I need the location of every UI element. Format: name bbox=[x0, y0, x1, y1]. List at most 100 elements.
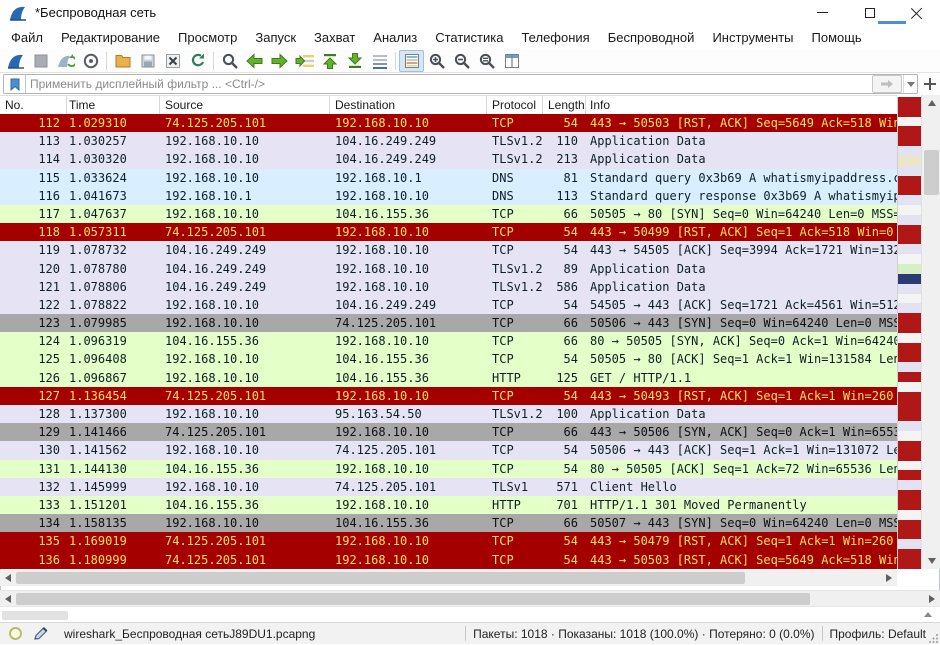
column-header-length[interactable]: Length bbox=[543, 96, 586, 115]
packet-row[interactable]: 1211.078806104.16.249.249192.168.10.10TL… bbox=[0, 278, 897, 296]
scroll-left-button[interactable] bbox=[0, 591, 16, 607]
column-header-time[interactable]: Time bbox=[67, 96, 160, 115]
cell-no: 135 bbox=[0, 532, 67, 550]
packet-row[interactable]: 1361.18099974.125.205.101192.168.10.10TC… bbox=[0, 551, 897, 569]
cell-source: 74.125.205.101 bbox=[160, 114, 330, 132]
menu-item-view[interactable]: Просмотр bbox=[169, 27, 246, 48]
lower-hscrollbar[interactable] bbox=[0, 590, 940, 606]
zoom-out-button[interactable] bbox=[449, 50, 474, 72]
cell-protocol: TLSv1.2 bbox=[487, 132, 543, 150]
packet-row[interactable]: 1241.096319104.16.155.36192.168.10.10TCP… bbox=[0, 332, 897, 350]
menu-item-capture[interactable]: Захват bbox=[305, 27, 364, 48]
packet-row[interactable]: 1131.030257192.168.10.10104.16.249.249TL… bbox=[0, 132, 897, 150]
scroll-left-button[interactable] bbox=[0, 570, 16, 586]
packet-row[interactable]: 1121.02931074.125.205.101192.168.10.10TC… bbox=[0, 114, 897, 132]
scroll-right-button[interactable] bbox=[881, 570, 897, 586]
cell-info: Application Data bbox=[586, 150, 897, 168]
minimap-stripe bbox=[898, 421, 921, 431]
packet-list-hscrollbar[interactable] bbox=[0, 570, 897, 586]
minimap-stripe bbox=[898, 549, 921, 559]
resize-columns-button[interactable] bbox=[499, 50, 524, 72]
filter-bookmark-button[interactable] bbox=[4, 75, 26, 93]
packet-row[interactable]: 1191.078732104.16.249.249192.168.10.10TC… bbox=[0, 241, 897, 259]
vertical-scrollbar[interactable] bbox=[921, 95, 940, 569]
apply-arrow-icon bbox=[880, 79, 894, 89]
scroll-down-button[interactable] bbox=[922, 553, 940, 569]
zoom-in-button[interactable] bbox=[424, 50, 449, 72]
go-forward-button[interactable] bbox=[267, 50, 292, 72]
column-header-info[interactable]: Info bbox=[586, 96, 897, 115]
column-header-source[interactable]: Source bbox=[160, 96, 330, 115]
minimap-stripe bbox=[898, 343, 921, 353]
menu-item-wireless[interactable]: Беспроводной bbox=[599, 27, 704, 48]
menu-item-statistics[interactable]: Статистика bbox=[426, 27, 512, 48]
hscroll-thumb[interactable] bbox=[16, 572, 745, 584]
menu-item-help[interactable]: Помощь bbox=[803, 27, 871, 48]
start-capture-button[interactable] bbox=[3, 50, 28, 72]
packet-row[interactable]: 1141.030320192.168.10.10104.16.249.249TL… bbox=[0, 150, 897, 168]
cell-info: 443 → 54505 [ACK] Seq=3994 Ack=1721 Win=… bbox=[586, 241, 897, 259]
find-packet-button[interactable] bbox=[217, 50, 242, 72]
auto-scroll-button[interactable] bbox=[367, 50, 392, 72]
packet-row[interactable]: 1231.079985192.168.10.1074.125.205.101TC… bbox=[0, 314, 897, 332]
packet-row[interactable]: 1281.137300192.168.10.1095.163.54.50TLSv… bbox=[0, 405, 897, 423]
display-filter-input[interactable] bbox=[26, 77, 872, 91]
add-filter-button[interactable] bbox=[922, 76, 938, 92]
scroll-up-button[interactable] bbox=[922, 95, 940, 111]
packet-row[interactable]: 1321.145999192.168.10.1074.125.205.101TL… bbox=[0, 478, 897, 496]
packet-row[interactable]: 1341.158135192.168.10.10104.16.155.36TCP… bbox=[0, 514, 897, 532]
restart-capture-button[interactable] bbox=[53, 50, 78, 72]
minimize-button[interactable] bbox=[799, 0, 846, 25]
packet-row[interactable]: 1161.041673192.168.10.1192.168.10.10DNS1… bbox=[0, 187, 897, 205]
column-header-destination[interactable]: Destination bbox=[330, 96, 487, 115]
profile-selector[interactable]: Профиль: Default bbox=[830, 627, 927, 641]
pane-splitter-handle[interactable] bbox=[2, 611, 68, 620]
cell-source: 192.168.10.10 bbox=[160, 478, 330, 496]
packet-row[interactable]: 1151.033624192.168.10.10192.168.10.1DNS8… bbox=[0, 169, 897, 187]
packet-row[interactable]: 1351.16901974.125.205.101192.168.10.10TC… bbox=[0, 532, 897, 550]
packet-row[interactable]: 1201.078780104.16.249.249192.168.10.10TL… bbox=[0, 260, 897, 278]
go-back-button[interactable] bbox=[242, 50, 267, 72]
menu-item-go[interactable]: Запуск bbox=[246, 27, 305, 48]
packet-row[interactable]: 1261.096867192.168.10.10104.16.155.36HTT… bbox=[0, 369, 897, 387]
menu-item-file[interactable]: Файл bbox=[2, 27, 52, 48]
colorize-button[interactable] bbox=[399, 50, 424, 72]
go-first-button[interactable] bbox=[317, 50, 342, 72]
packet-row[interactable]: 1171.047637192.168.10.10104.16.155.36TCP… bbox=[0, 205, 897, 223]
column-header-protocol[interactable]: Protocol bbox=[487, 96, 543, 115]
zoom-original-button[interactable] bbox=[474, 50, 499, 72]
packet-row[interactable]: 1301.141562192.168.10.1074.125.205.101TC… bbox=[0, 441, 897, 459]
menu-item-tools[interactable]: Инструменты bbox=[703, 27, 802, 48]
resize-grip-icon[interactable] bbox=[929, 633, 939, 643]
packet-row[interactable]: 1251.096408192.168.10.10104.16.155.36TCP… bbox=[0, 350, 897, 368]
menu-item-analyze[interactable]: Анализ bbox=[364, 27, 426, 48]
close-file-button[interactable] bbox=[160, 50, 185, 72]
packet-row[interactable]: 1181.05731174.125.205.101192.168.10.10TC… bbox=[0, 223, 897, 241]
vertical-scroll-thumb[interactable] bbox=[924, 150, 939, 195]
scroll-right-button[interactable] bbox=[924, 591, 940, 607]
packet-row[interactable]: 1221.078822192.168.10.10104.16.249.249TC… bbox=[0, 296, 897, 314]
reload-file-button[interactable] bbox=[185, 50, 210, 72]
expert-info-indicator[interactable] bbox=[9, 627, 22, 640]
packet-row[interactable]: 1291.14146674.125.205.101192.168.10.10TC… bbox=[0, 423, 897, 441]
cell-source: 192.168.10.10 bbox=[160, 405, 330, 423]
save-file-button[interactable] bbox=[135, 50, 160, 72]
cell-protocol: TCP bbox=[487, 387, 543, 405]
packet-row[interactable]: 1331.151201104.16.155.36192.168.10.10HTT… bbox=[0, 496, 897, 514]
packet-row[interactable]: 1311.144130104.16.155.36192.168.10.10TCP… bbox=[0, 460, 897, 478]
menu-item-edit[interactable]: Редактирование bbox=[52, 27, 169, 48]
apply-filter-button[interactable] bbox=[872, 75, 902, 93]
filter-bar bbox=[0, 73, 940, 95]
hscroll-thumb[interactable] bbox=[16, 593, 810, 605]
packet-row[interactable]: 1271.13645474.125.205.101192.168.10.10TC… bbox=[0, 387, 897, 405]
filter-dropdown-button[interactable] bbox=[903, 75, 917, 93]
menu-item-telephony[interactable]: Телефония bbox=[512, 27, 598, 48]
column-header-no[interactable]: No. bbox=[0, 96, 67, 115]
capture-comment-button[interactable] bbox=[32, 626, 50, 642]
packet-minimap[interactable] bbox=[897, 97, 921, 569]
go-to-packet-button[interactable] bbox=[292, 50, 317, 72]
go-last-button[interactable] bbox=[342, 50, 367, 72]
open-file-button[interactable] bbox=[110, 50, 135, 72]
stop-capture-button[interactable] bbox=[28, 50, 53, 72]
capture-options-button[interactable] bbox=[78, 50, 103, 72]
